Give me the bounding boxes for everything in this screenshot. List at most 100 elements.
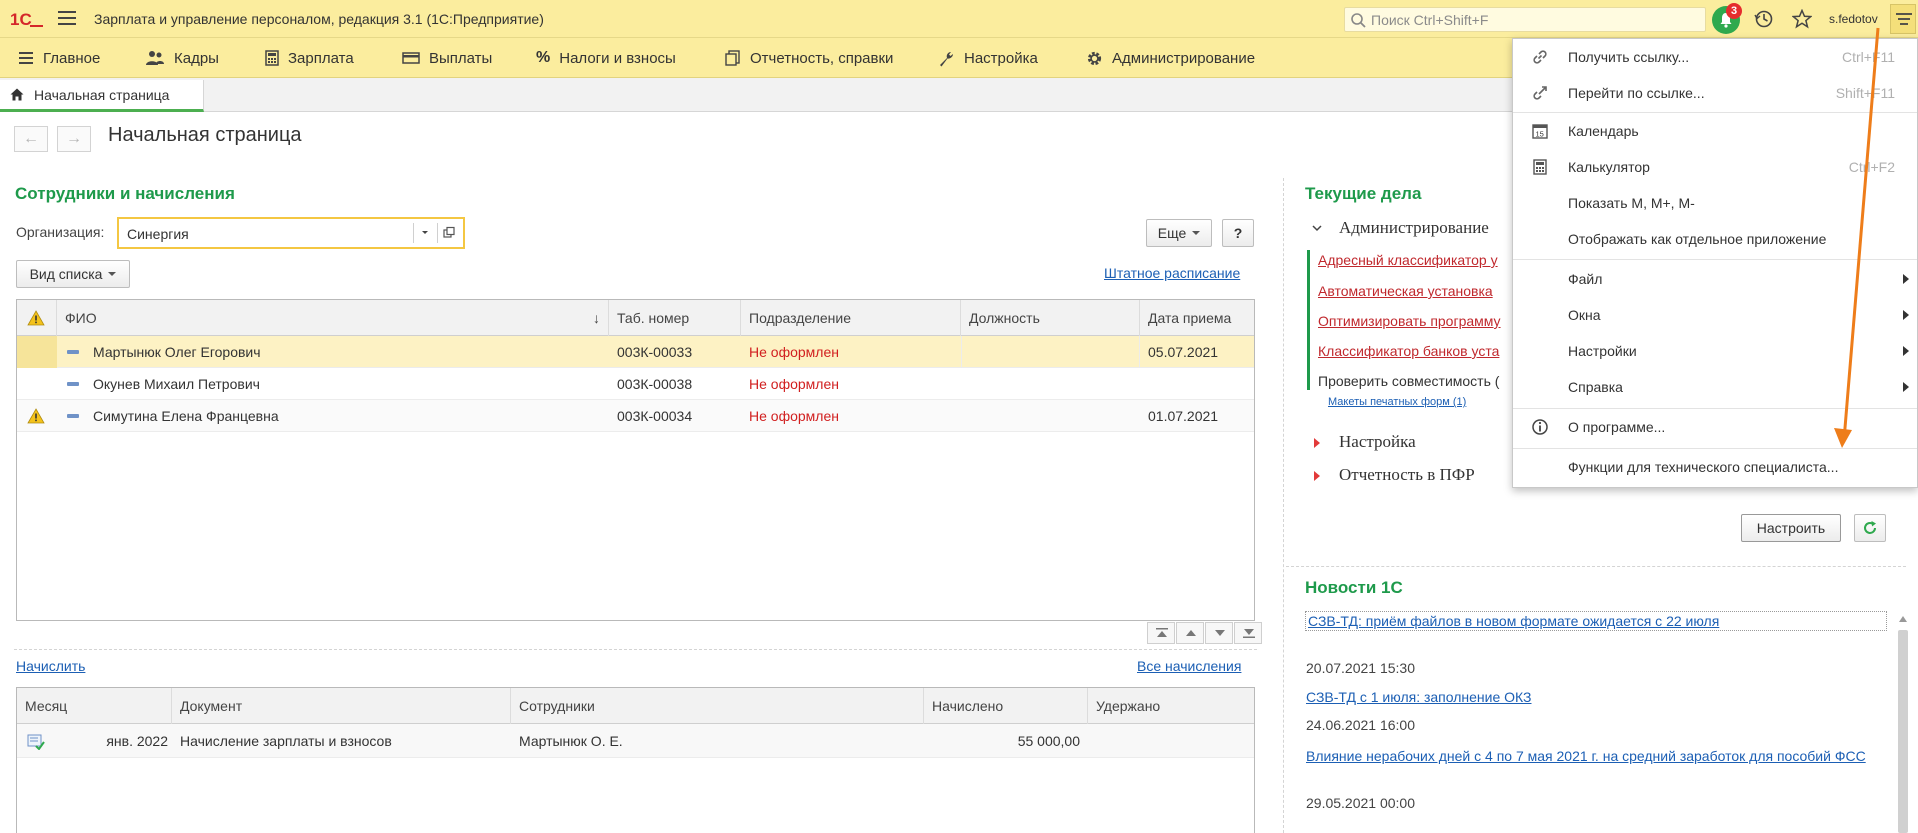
news-item-title[interactable]: СЗВ-ТД с 1 июля: заполнение ОКЗ <box>1306 688 1532 706</box>
section-label: Настройка <box>964 49 1038 67</box>
more-button[interactable]: Еще <box>1146 219 1212 247</box>
refresh-button[interactable] <box>1854 514 1886 542</box>
calculator-icon <box>1533 159 1547 175</box>
table-row[interactable]: янв. 2022 Начисление зарплаты и взносов … <box>17 724 1254 758</box>
section-settings[interactable]: Настройка <box>938 38 1038 78</box>
scroll-top-icon <box>1156 628 1168 637</box>
chevron-up-icon[interactable] <box>1899 616 1907 622</box>
forward-button[interactable]: → <box>57 126 91 152</box>
system-menu-button[interactable] <box>1890 4 1916 34</box>
menu-item-label: Настройки <box>1568 343 1637 359</box>
column-header-employees[interactable]: Сотрудники <box>511 688 924 724</box>
search-box[interactable] <box>1344 7 1706 32</box>
menu-item-go-to-link[interactable]: Перейти по ссылке... Shift+F11 <box>1513 75 1917 111</box>
task-bank-classifier[interactable]: Классификатор банков уста <box>1318 343 1499 359</box>
task-check-compatibility[interactable]: Проверить совместимость ( <box>1318 373 1499 389</box>
people-icon <box>146 51 164 65</box>
section-reports[interactable]: Отчетность, справки <box>725 38 893 78</box>
section-label: Выплаты <box>429 49 493 67</box>
accruals-table[interactable]: Месяц Документ Сотрудники Начислено Удер… <box>16 687 1255 833</box>
menu-item-settings[interactable]: Настройки <box>1513 333 1917 369</box>
all-accruals-link[interactable]: Все начисления <box>1137 658 1241 674</box>
print-forms-link[interactable]: Макеты печатных форм (1) <box>1328 396 1466 408</box>
menu-item-about[interactable]: О программе... <box>1513 409 1917 445</box>
username[interactable]: s.fedotov <box>1829 12 1878 26</box>
vertical-splitter[interactable] <box>1283 178 1284 833</box>
page-title: Начальная страница <box>108 124 302 146</box>
staff-schedule-link[interactable]: Штатное расписание <box>1104 265 1240 281</box>
horizontal-splitter[interactable] <box>1286 566 1906 567</box>
chevron-down-icon[interactable] <box>1312 224 1322 232</box>
scroll-to-bottom-button[interactable] <box>1234 622 1262 644</box>
back-button[interactable]: ← <box>14 126 48 152</box>
section-main[interactable]: Главное <box>18 38 100 78</box>
task-address-classifier[interactable]: Адресный классификатор у <box>1318 252 1498 268</box>
search-input[interactable] <box>1369 10 1699 29</box>
tab-home-page[interactable]: Начальная страница <box>0 80 204 112</box>
section-taxes[interactable]: % Налоги и взносы <box>536 38 676 78</box>
warning-column-header[interactable] <box>17 300 57 336</box>
column-header-month[interactable]: Месяц <box>17 688 172 724</box>
column-header-hire-date[interactable]: Дата приема <box>1140 300 1256 336</box>
employees-table[interactable]: ФИО ↓ Таб. номер Подразделение Должность… <box>16 299 1262 644</box>
menu-item-label: Справка <box>1568 379 1623 395</box>
menu-item-separate-app[interactable]: Отображать как отдельное приложение <box>1513 221 1917 257</box>
menu-item-calendar[interactable]: 15 Календарь <box>1513 113 1917 149</box>
favorites-star-icon[interactable] <box>1792 9 1812 29</box>
column-header-department[interactable]: Подразделение <box>741 300 961 336</box>
news-item-title[interactable]: СЗВ-ТД: приём файлов в новом формате ожи… <box>1305 611 1887 631</box>
scroll-to-top-button[interactable] <box>1147 622 1175 644</box>
section-payments[interactable]: Выплаты <box>402 38 492 78</box>
menu-item-calculator[interactable]: Калькулятор Ctrl+F2 <box>1513 149 1917 185</box>
accrue-link[interactable]: Начислить <box>16 658 85 674</box>
help-button[interactable]: ? <box>1222 219 1254 247</box>
configure-button[interactable]: Настроить <box>1741 514 1841 542</box>
column-header-position[interactable]: Должность <box>961 300 1140 336</box>
history-icon[interactable] <box>1754 9 1774 29</box>
column-header-name[interactable]: ФИО ↓ <box>57 300 609 336</box>
organization-dropdown-button[interactable] <box>413 223 435 243</box>
menu-item-label: О программе... <box>1568 419 1666 435</box>
submenu-arrow-icon <box>1903 346 1909 356</box>
horizontal-splitter[interactable] <box>14 649 1257 650</box>
menu-item-windows[interactable]: Окна <box>1513 297 1917 333</box>
chevron-right-icon[interactable] <box>1313 471 1321 481</box>
chevron-right-icon[interactable] <box>1313 438 1321 448</box>
table-row[interactable]: Симутина Елена Францевна 003К-00034 Не о… <box>17 400 1254 432</box>
menu-item-file[interactable]: Файл <box>1513 261 1917 297</box>
group-indicator-bar <box>1307 250 1310 390</box>
menu-item-show-memory[interactable]: Показать М, М+, М- <box>1513 185 1917 221</box>
section-salary[interactable]: Зарплата <box>265 38 354 78</box>
table-row[interactable]: Окунев Михаил Петрович 003К-00038 Не офо… <box>17 368 1254 400</box>
section-hr[interactable]: Кадры <box>145 38 219 78</box>
task-auto-install[interactable]: Автоматическая установка <box>1318 283 1493 299</box>
main-menu-icon[interactable] <box>58 11 76 27</box>
task-optimize-program[interactable]: Оптимизировать программу <box>1318 313 1501 329</box>
calculator-icon <box>265 50 279 66</box>
menu-item-tech-specialist-functions[interactable]: Функции для технического специалиста... <box>1513 449 1917 485</box>
table-row[interactable]: Мартынюк Олег Егорович 003К-00033 Не офо… <box>17 336 1254 368</box>
tasks-group-administration[interactable]: Администрирование <box>1339 218 1489 238</box>
section-administration[interactable]: Администрирование <box>1086 38 1255 78</box>
accrual-employees: Мартынюк О. Е. <box>519 733 623 749</box>
1c-logo-icon[interactable]: 1С <box>10 9 44 29</box>
menu-item-help[interactable]: Справка <box>1513 369 1917 405</box>
column-header-document[interactable]: Документ <box>172 688 511 724</box>
menu-item-get-link[interactable]: Получить ссылку... Ctrl+F11 <box>1513 39 1917 75</box>
list-view-button[interactable]: Вид списка <box>16 260 130 288</box>
news-scrollbar[interactable] <box>1898 630 1908 833</box>
organization-open-button[interactable] <box>437 223 459 243</box>
document-posted-icon <box>27 734 45 750</box>
menu-item-label: Получить ссылку... <box>1568 49 1690 65</box>
organization-field[interactable]: Синергия <box>117 217 465 249</box>
title-bar: 1С Зарплата и управление персоналом, ред… <box>0 0 1918 38</box>
column-header-accrued[interactable]: Начислено <box>924 688 1088 724</box>
tasks-group-pfr-reporting[interactable]: Отчетность в ПФР <box>1339 465 1475 485</box>
news-item-title[interactable]: Влияние нерабочих дней с 4 по 7 мая 2021… <box>1306 747 1890 765</box>
column-header-tab-number[interactable]: Таб. номер <box>609 300 741 336</box>
tasks-group-settings[interactable]: Настройка <box>1339 432 1416 452</box>
scroll-down-button[interactable] <box>1205 622 1233 644</box>
scroll-up-button[interactable] <box>1176 622 1204 644</box>
column-header-withheld[interactable]: Удержано <box>1088 688 1256 724</box>
news-item-date: 20.07.2021 15:30 <box>1306 660 1415 676</box>
